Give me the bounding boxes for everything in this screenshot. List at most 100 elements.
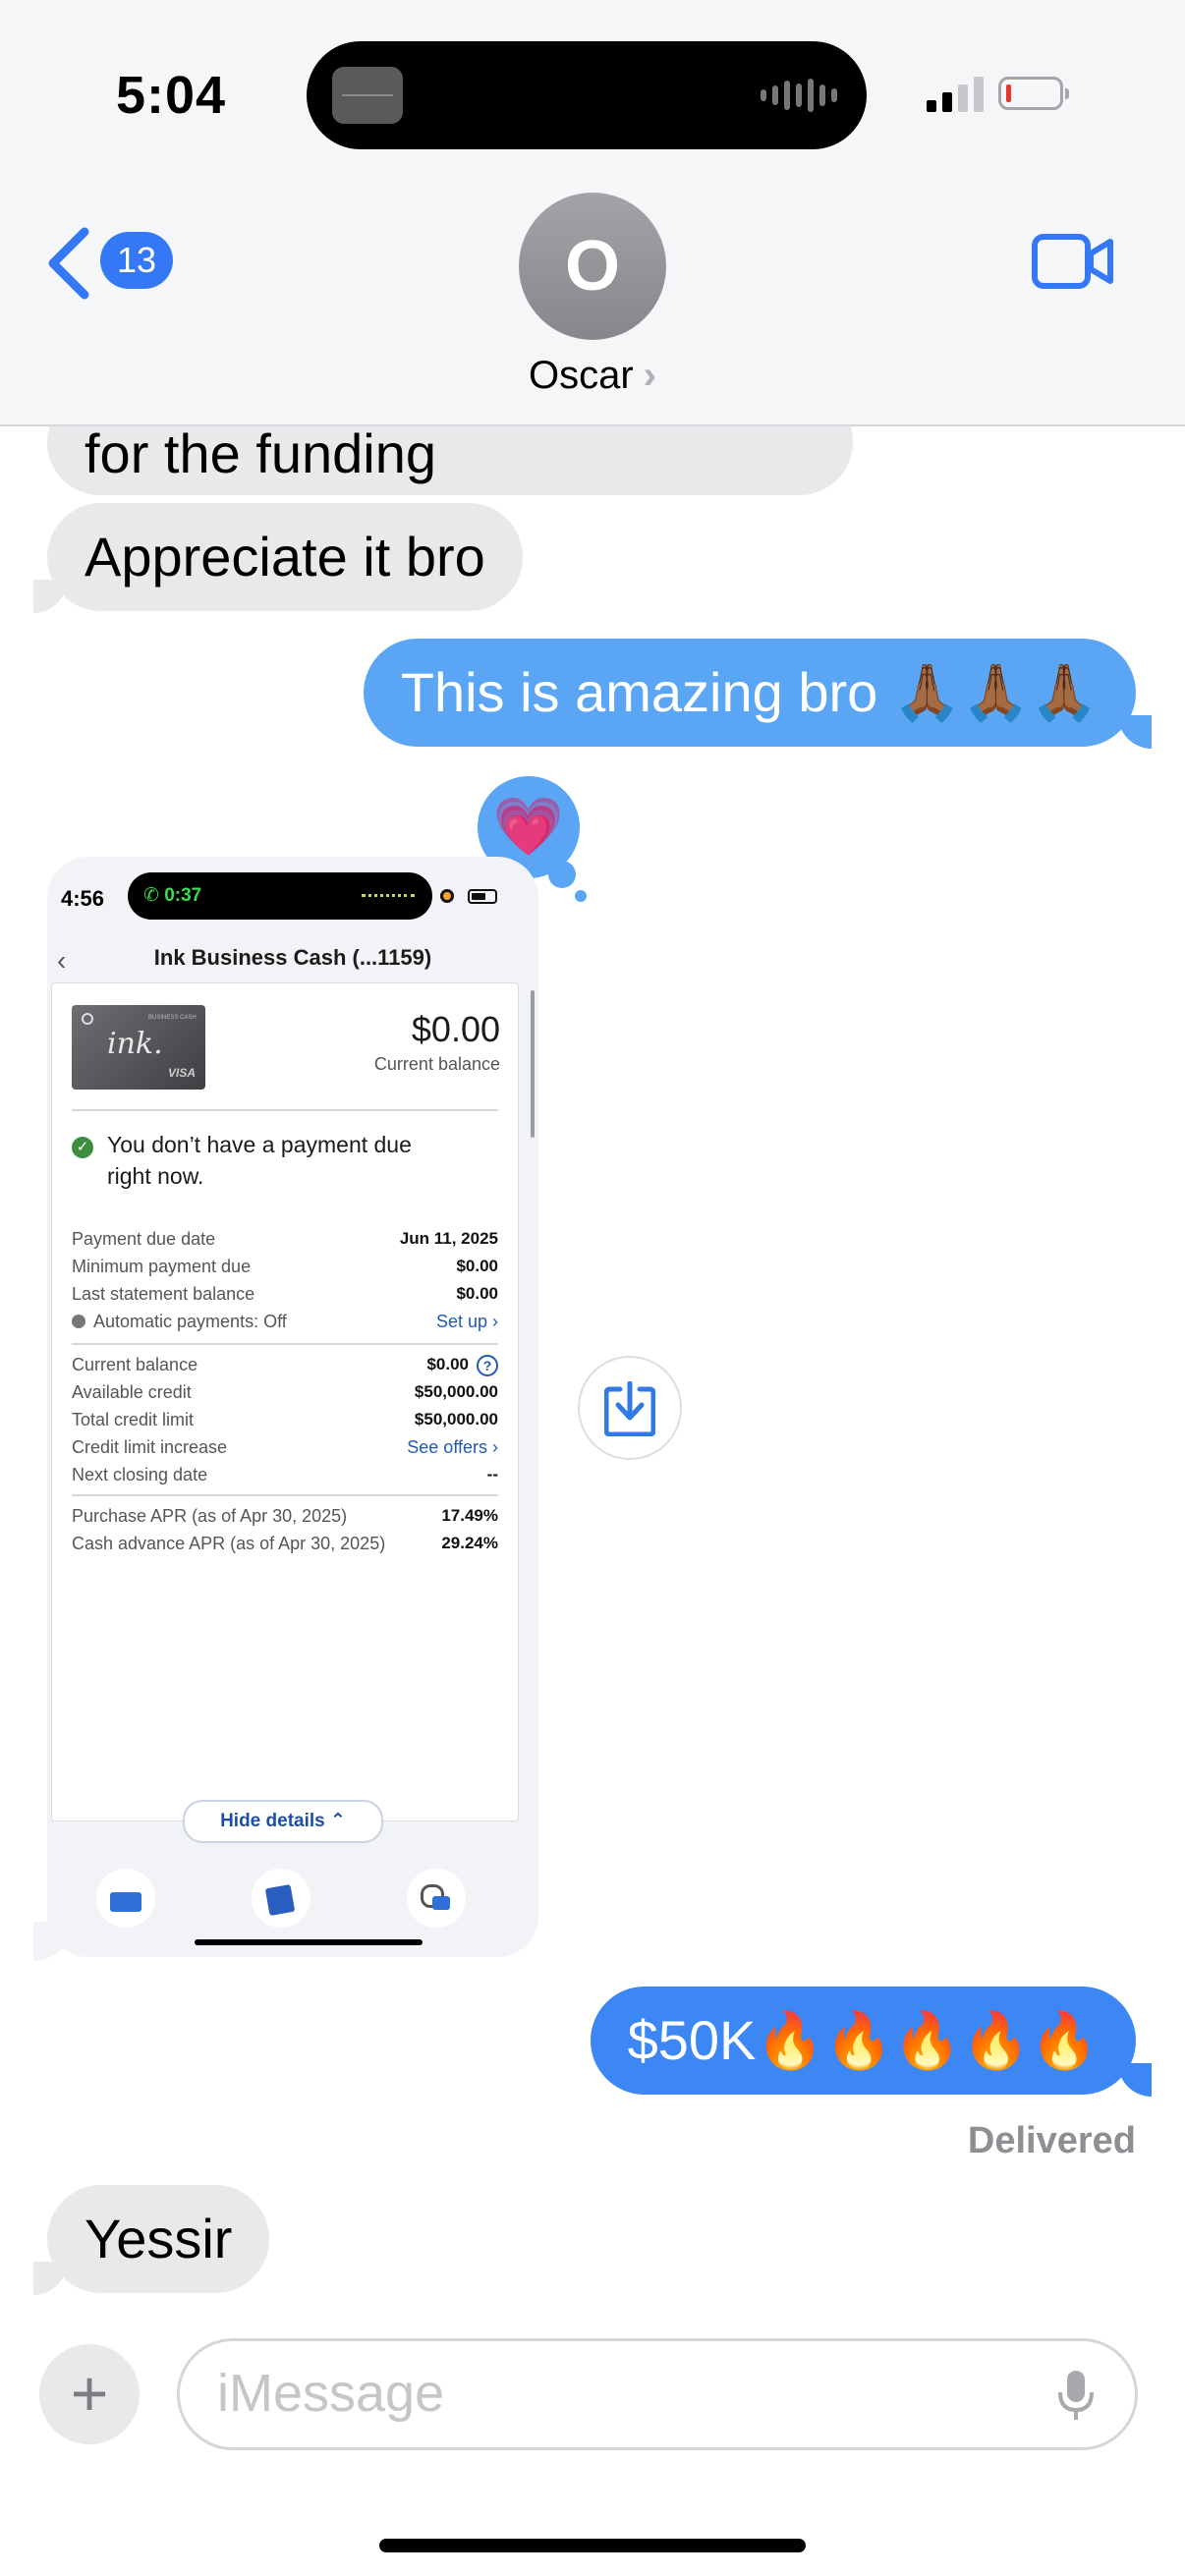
detail-row: Last statement balance $0.00 (72, 1284, 498, 1314)
detail-row: Total credit limit $50,000.00 (72, 1410, 498, 1439)
shot-call-timer: ✆ 0:37 (143, 885, 202, 906)
shot-scrollbar (531, 990, 535, 1138)
row-label: Cash advance APR (as of Apr 30, 2025) (72, 1534, 386, 1553)
contact-name: Oscar (528, 354, 634, 397)
island-media-thumbnail (332, 67, 403, 124)
detail-row: Cash advance APR (as of Apr 30, 2025) 29.… (72, 1534, 498, 1563)
bubble-tail (33, 2262, 67, 2295)
bubble-tail (1118, 715, 1152, 749)
check-circle-icon: ✓ (72, 1137, 93, 1158)
message-text: for the funding (85, 422, 437, 484)
contact-name-button[interactable]: Oscar › (0, 354, 1185, 398)
row-label: Total credit limit (72, 1410, 195, 1429)
setup-link: Set up › (435, 1312, 498, 1331)
shot-account-panel: BUSINESS CASH ink. VISA $0.00 Current ba… (51, 982, 519, 1821)
detail-row: Purchase APR (as of Apr 30, 2025) 17.49% (72, 1506, 498, 1536)
message-bubble-incoming[interactable]: Appreciate it bro (47, 503, 523, 611)
credit-card-image: BUSINESS CASH ink. VISA (72, 1005, 205, 1090)
screenshot-attachment[interactable]: 4:56 ✆ 0:37 ‹ Ink Business Cash (...1159… (47, 857, 538, 1957)
audio-waveform-icon (761, 79, 837, 112)
shot-camera-indicator-icon (440, 889, 454, 903)
shot-dynamic-island: ✆ 0:37 (128, 872, 432, 920)
visa-logo: VISA (168, 1066, 197, 1080)
detail-row: Minimum payment due $0.00 (72, 1257, 498, 1286)
row-label: Payment due date (72, 1229, 216, 1249)
row-value: 17.49% (441, 1506, 498, 1525)
bubble-tail (1118, 2063, 1152, 2097)
unread-count-badge[interactable]: 13 (100, 232, 173, 289)
battery-icon (998, 77, 1069, 110)
divider (72, 1343, 498, 1345)
bubble-tail (33, 580, 67, 613)
hide-details-button: Hide details ⌃ (183, 1800, 383, 1843)
shot-waveform-icon (362, 894, 415, 901)
status-dot-icon (72, 1315, 85, 1328)
row-value: Jun 11, 2025 (399, 1229, 498, 1248)
shot-home-indicator (195, 1939, 423, 1945)
row-value: $0.00 (456, 1257, 498, 1275)
balance-amount: $0.00 (411, 1009, 500, 1049)
row-label: Purchase APR (as of Apr 30, 2025) (72, 1506, 348, 1526)
input-placeholder: iMessage (217, 2364, 445, 2423)
signal-icon (927, 77, 984, 112)
see-offers-link: See offers › (407, 1437, 498, 1457)
row-value: -- (486, 1465, 498, 1484)
imessage-input[interactable]: iMessage (177, 2338, 1138, 2450)
row-label: Next closing date (72, 1465, 208, 1484)
row-label: Minimum payment due (72, 1257, 252, 1276)
row-label: Credit limit increase (72, 1437, 228, 1457)
row-label: Automatic payments: Off (93, 1312, 287, 1331)
row-value: 29.24% (441, 1534, 498, 1552)
autopay-row: Automatic payments: Off Set up › (72, 1312, 498, 1341)
detail-row: Payment due date Jun 11, 2025 (72, 1229, 498, 1259)
microphone-icon[interactable] (1056, 2369, 1096, 2424)
detail-row: Available credit $50,000.00 (72, 1382, 498, 1412)
save-image-button[interactable] (578, 1356, 682, 1460)
reaction-tail (548, 861, 576, 888)
shot-account-title: Ink Business Cash (...1159) (153, 945, 432, 970)
home-indicator (379, 2539, 806, 2552)
shot-offers-tab-icon (407, 1869, 466, 1928)
back-chevron-icon[interactable] (43, 224, 102, 303)
message-text: This is amazing bro 🙏🏾🙏🏾🙏🏾 (400, 661, 1099, 723)
delivered-status: Delivered (967, 2120, 1136, 2161)
contact-avatar[interactable]: O (519, 193, 666, 340)
divider (72, 1109, 498, 1111)
shot-pay-tab-icon (252, 1869, 310, 1928)
apps-plus-button[interactable]: + (39, 2344, 140, 2444)
no-payment-message: You don’t have a payment due right now. (107, 1132, 412, 1189)
shot-battery-icon (468, 889, 497, 904)
cli-row: Credit limit increase See offers › (72, 1437, 498, 1467)
message-bubble-incoming[interactable]: Yessir (47, 2185, 270, 2293)
row-label: Current balance (72, 1355, 198, 1374)
balance-label: Current balance (373, 1054, 500, 1074)
message-bubble-outgoing[interactable]: This is amazing bro 🙏🏾🙏🏾🙏🏾 (363, 639, 1136, 747)
row-value: $0.00 (426, 1355, 469, 1373)
divider (72, 1494, 498, 1496)
row-label: Last statement balance (72, 1284, 255, 1304)
status-time: 5:04 (116, 66, 227, 125)
row-value: $50,000.00 (414, 1382, 498, 1401)
download-icon (604, 1381, 655, 1436)
call-timer-text: 0:37 (164, 885, 202, 906)
shot-status-time: 4:56 (61, 886, 105, 911)
detail-row: Next closing date -- (72, 1465, 498, 1494)
conversation-header: 5:04 13 O Oscar › (0, 0, 1185, 426)
video-call-icon[interactable] (1032, 232, 1114, 291)
shot-card-tab-icon (96, 1869, 155, 1928)
message-text: Appreciate it bro (85, 526, 485, 588)
card-brand: BUSINESS CASH (148, 1015, 197, 1021)
card-ink-logo: ink. (107, 1027, 163, 1061)
detail-row: Current balance $0.00? (72, 1355, 498, 1384)
message-text: Yessir (85, 2208, 233, 2269)
row-value: $0.00 (456, 1284, 498, 1303)
dynamic-island[interactable] (307, 41, 867, 149)
card-logo-icon (82, 1013, 93, 1025)
reaction-tail (575, 890, 587, 902)
help-icon: ? (465, 1355, 498, 1376)
row-value: $50,000.00 (414, 1410, 498, 1428)
message-text: $50K🔥🔥🔥🔥🔥 (627, 2009, 1099, 2071)
chevron-right-icon: › (643, 354, 656, 397)
message-bubble-outgoing[interactable]: $50K🔥🔥🔥🔥🔥 (590, 1987, 1136, 2095)
row-label: Available credit (72, 1382, 192, 1402)
